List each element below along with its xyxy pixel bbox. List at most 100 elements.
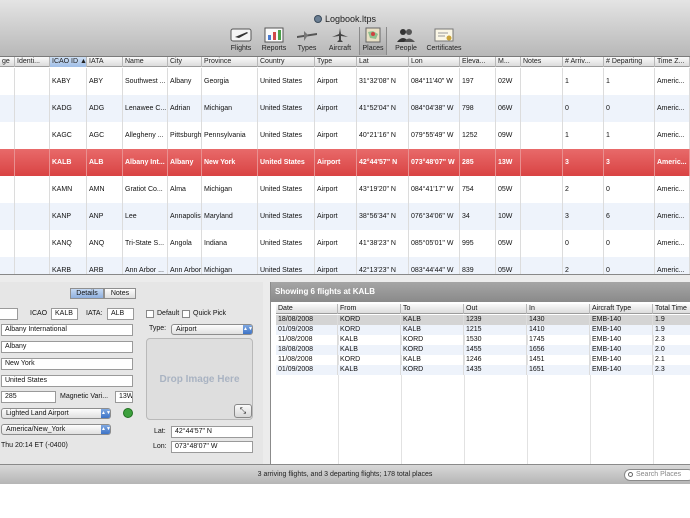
column-header[interactable]: Eleva... bbox=[460, 57, 496, 67]
table-cell: United States bbox=[258, 122, 315, 149]
column-header[interactable]: Notes bbox=[521, 57, 563, 67]
table-cell: 09W bbox=[496, 122, 521, 149]
table-row[interactable]: KALB ALB Albany Int... Albany New York United… bbox=[0, 149, 690, 176]
column-header[interactable]: # Arriv... bbox=[563, 57, 604, 67]
column-header[interactable]: Country bbox=[258, 57, 315, 67]
magnetic-variation-field[interactable]: 13W bbox=[115, 391, 133, 403]
table-row[interactable]: KAGC AGC Allegheny ... Pittsburgh Pennsylvan… bbox=[0, 122, 690, 149]
column-header[interactable]: Total Time bbox=[653, 304, 690, 314]
column-header[interactable]: # Departing bbox=[604, 57, 655, 67]
list-item[interactable]: 01/09/2008 KORD KALB 1215 1410 EMB-140 1.9 bbox=[276, 325, 690, 335]
column-header[interactable]: M... bbox=[496, 57, 521, 67]
table-cell: 2.3 bbox=[653, 365, 690, 375]
toolbar-flights-button[interactable]: Flights bbox=[226, 27, 256, 55]
column-header[interactable]: From bbox=[338, 304, 401, 314]
table-cell: New York bbox=[202, 149, 258, 176]
type-popup[interactable]: Airport ▲▼ bbox=[171, 324, 253, 335]
table-row[interactable]: KANP ANP Lee Annapolis Maryland United States… bbox=[0, 203, 690, 230]
popup-arrows-icon: ▲▼ bbox=[101, 425, 111, 434]
column-header[interactable]: To bbox=[401, 304, 464, 314]
toolbar-certificates-button[interactable]: Certificates bbox=[423, 27, 465, 55]
table-cell: 10W bbox=[496, 203, 521, 230]
table-cell: 1252 bbox=[460, 122, 496, 149]
default-checkbox[interactable] bbox=[146, 310, 154, 318]
toolbar-types-button[interactable]: Types bbox=[293, 27, 321, 55]
expand-icon[interactable]: ⤡ bbox=[234, 404, 252, 418]
column-header[interactable]: Lon bbox=[409, 57, 460, 67]
table-row[interactable]: KANQ ANQ Tri-State S... Angola Indiana United… bbox=[0, 230, 690, 257]
quick-pick-checkbox[interactable] bbox=[182, 310, 190, 318]
category-popup[interactable]: Lighted Land Airport ▲▼ bbox=[1, 408, 111, 419]
column-header[interactable]: IATA bbox=[87, 57, 123, 67]
table-cell: 0 bbox=[563, 230, 604, 257]
list-item[interactable]: 01/09/2008 KALB KORD 1435 1651 EMB-140 2.3 bbox=[276, 365, 690, 375]
table-cell: 3 bbox=[563, 149, 604, 176]
list-item[interactable]: 11/08/2008 KALB KORD 1530 1745 EMB-140 2.3 bbox=[276, 335, 690, 345]
table-row[interactable]: KARB ARB Ann Arbor ... Ann Arbor Michigan Uni… bbox=[0, 257, 690, 274]
table-cell: 40°21'16" N bbox=[357, 122, 409, 149]
identifier-field[interactable] bbox=[0, 308, 18, 320]
table-row[interactable]: KADG ADG Lenawee C... Adrian Michigan United … bbox=[0, 95, 690, 122]
table-cell: 42°13'23" N bbox=[357, 257, 409, 274]
table-cell: 197 bbox=[460, 68, 496, 95]
timezone-popup[interactable]: America/New_York ▲▼ bbox=[1, 424, 111, 435]
table-cell: Michigan bbox=[202, 176, 258, 203]
table-cell: United States bbox=[258, 257, 315, 274]
search-placeholder: Search Places bbox=[636, 471, 682, 478]
column-header[interactable]: Name bbox=[123, 57, 168, 67]
places-table[interactable]: ge Identi... ICAO ID ▲ IATA Name City Pr… bbox=[0, 57, 690, 275]
table-cell: 798 bbox=[460, 95, 496, 122]
table-cell: 1745 bbox=[527, 335, 590, 345]
table-cell: 05W bbox=[496, 257, 521, 274]
column-header[interactable]: Lat bbox=[357, 57, 409, 67]
country-field[interactable]: United States bbox=[1, 375, 133, 387]
chart-icon bbox=[264, 27, 284, 43]
list-item[interactable]: 18/08/2008 KORD KALB 1239 1430 EMB-140 1.9 bbox=[276, 315, 690, 325]
column-header[interactable]: Out bbox=[464, 304, 527, 314]
table-cell: KORD bbox=[338, 325, 401, 335]
column-header[interactable]: Identi... bbox=[15, 57, 50, 67]
table-cell: KALB bbox=[338, 335, 401, 345]
icao-field[interactable]: KALB bbox=[51, 308, 78, 320]
table-cell bbox=[15, 122, 50, 149]
column-header[interactable]: City bbox=[168, 57, 202, 67]
column-header[interactable]: In bbox=[527, 304, 590, 314]
column-header[interactable]: Province bbox=[202, 57, 258, 67]
name-field[interactable]: Albany International bbox=[1, 324, 133, 336]
column-header-icao-sorted[interactable]: ICAO ID ▲ bbox=[50, 57, 87, 67]
lon-field[interactable]: 073°48'07" W bbox=[171, 441, 253, 453]
province-field[interactable]: New York bbox=[1, 358, 133, 370]
column-header[interactable]: ge bbox=[0, 57, 15, 67]
column-header[interactable]: Time Z... bbox=[655, 57, 690, 67]
table-cell: Americ... bbox=[655, 257, 690, 274]
list-item[interactable]: 18/08/2008 KALB KORD 1455 1656 EMB-140 2.0 bbox=[276, 345, 690, 355]
table-cell: Lenawee C... bbox=[123, 95, 168, 122]
table-cell: United States bbox=[258, 68, 315, 95]
column-header[interactable]: Type bbox=[315, 57, 357, 67]
toolbar-places-button[interactable]: Places bbox=[359, 27, 387, 55]
lat-field[interactable]: 42°44'57" N bbox=[171, 426, 253, 438]
table-cell: 754 bbox=[460, 176, 496, 203]
city-field[interactable]: Albany bbox=[1, 341, 133, 353]
table-cell: ARB bbox=[87, 257, 123, 274]
toolbar-reports-button[interactable]: Reports bbox=[259, 27, 289, 55]
table-cell: KANQ bbox=[50, 230, 87, 257]
table-row[interactable]: KAMN AMN Gratiot Co... Alma Michigan United S… bbox=[0, 176, 690, 203]
toolbar-people-button[interactable]: People bbox=[393, 27, 419, 55]
table-cell bbox=[15, 203, 50, 230]
search-field[interactable]: Search Places bbox=[624, 469, 690, 481]
column-header[interactable]: Date bbox=[276, 304, 338, 314]
toolbar-types-label: Types bbox=[297, 45, 317, 52]
iata-field[interactable]: ALB bbox=[107, 308, 134, 320]
table-row[interactable]: KABY ABY Southwest ... Albany Georgia United … bbox=[0, 68, 690, 95]
table-cell: 02W bbox=[496, 68, 521, 95]
toolbar-aircraft-button[interactable]: Aircraft bbox=[325, 27, 355, 55]
toolbar-people-label: People bbox=[395, 45, 417, 52]
list-item[interactable]: 11/08/2008 KORD KALB 1246 1451 EMB-140 2.1 bbox=[276, 355, 690, 365]
tab-notes[interactable]: Notes bbox=[104, 288, 136, 299]
elevation-field[interactable]: 285 bbox=[1, 391, 56, 403]
tab-details[interactable]: Details bbox=[70, 288, 104, 299]
table-cell: 085°05'01" W bbox=[409, 230, 460, 257]
table-cell: 1451 bbox=[527, 355, 590, 365]
column-header[interactable]: Aircraft Type bbox=[590, 304, 653, 314]
